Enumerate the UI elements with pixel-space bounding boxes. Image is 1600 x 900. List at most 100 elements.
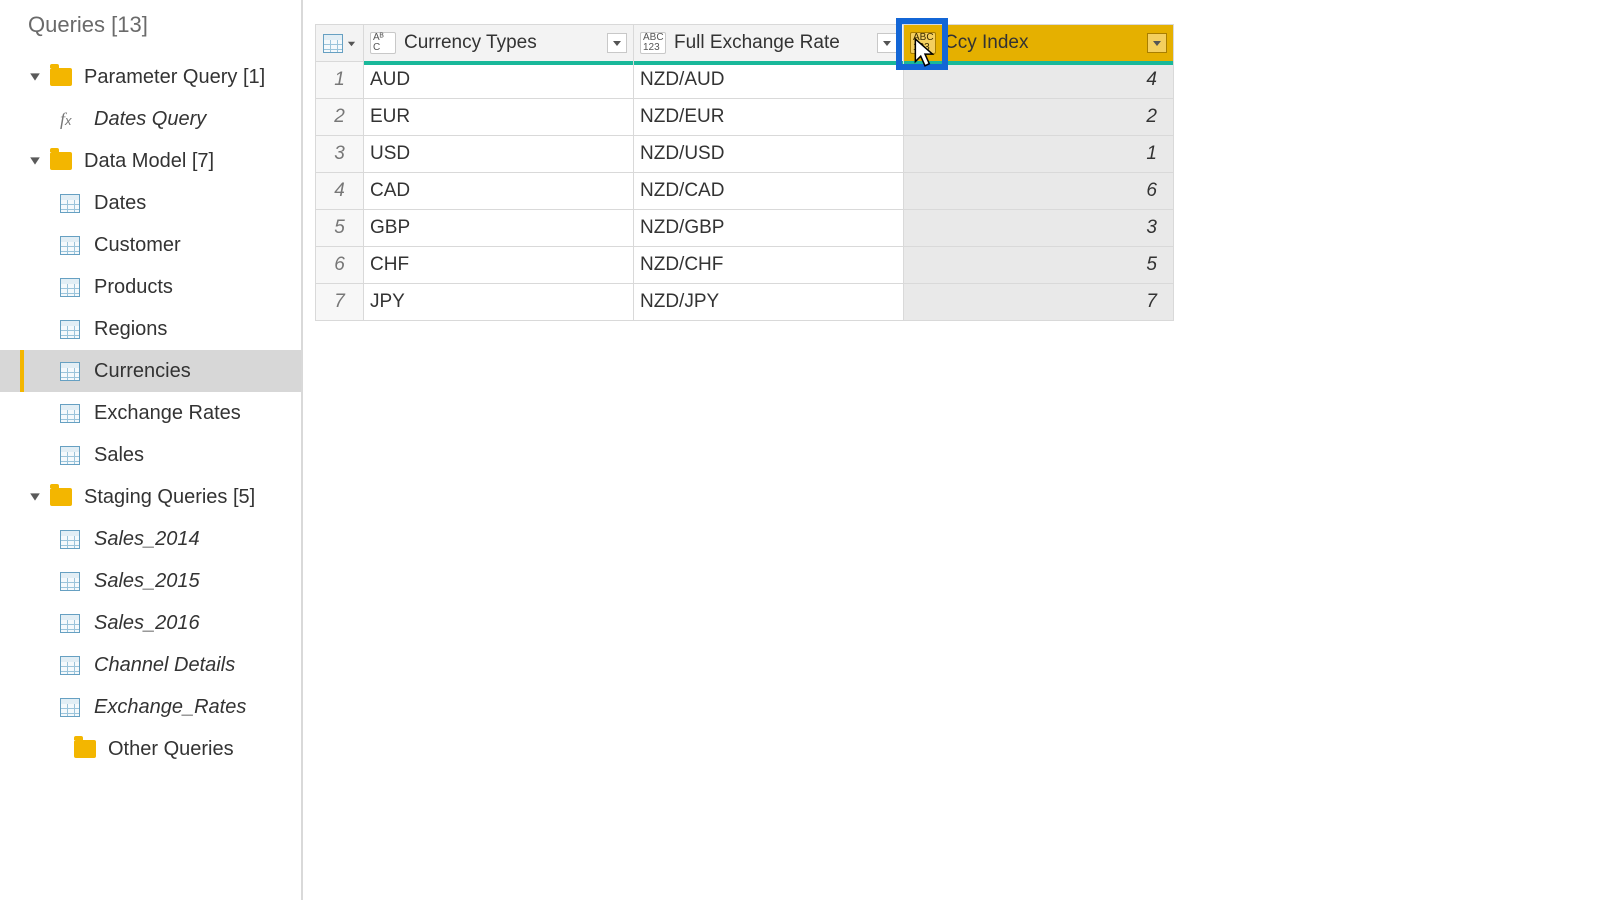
table-icon — [60, 446, 80, 465]
column-filter-button[interactable] — [877, 33, 897, 53]
query-item[interactable]: fx Dates Query — [0, 98, 301, 140]
query-item[interactable]: Sales_2015 — [0, 560, 301, 602]
query-item[interactable]: Sales — [0, 434, 301, 476]
cell[interactable]: CHF — [364, 247, 634, 284]
query-item[interactable]: Sales_2014 — [0, 518, 301, 560]
group-label: Other Queries — [108, 738, 234, 761]
query-label: Sales — [94, 444, 144, 467]
data-grid[interactable]: Aᴮ CCurrency Types ABC123 Full Exchange Ra… — [315, 24, 1174, 321]
cell[interactable]: 7 — [904, 284, 1174, 321]
row-number[interactable]: 1 — [316, 62, 364, 99]
column-header[interactable]: ABC123Ccy Index — [904, 25, 1174, 62]
table-icon — [60, 656, 80, 675]
expand-caret-icon[interactable] — [26, 68, 44, 86]
cell[interactable]: 4 — [904, 62, 1174, 99]
query-label: Sales_2016 — [94, 612, 200, 635]
cell[interactable]: 3 — [904, 210, 1174, 247]
query-item[interactable]: Regions — [0, 308, 301, 350]
query-group[interactable]: Staging Queries [5] — [0, 476, 301, 518]
row-number[interactable]: 6 — [316, 247, 364, 284]
table-row[interactable]: 2EURNZD/EUR2 — [316, 99, 1174, 136]
group-label: Parameter Query [1] — [84, 66, 265, 89]
cell[interactable]: 6 — [904, 173, 1174, 210]
select-all-corner[interactable] — [316, 25, 364, 62]
table-icon — [60, 194, 80, 213]
query-item[interactable]: Exchange_Rates — [0, 686, 301, 728]
cell[interactable]: NZD/CAD — [634, 173, 904, 210]
cell[interactable]: CAD — [364, 173, 634, 210]
expand-caret-icon[interactable] — [26, 488, 44, 506]
cell[interactable]: NZD/USD — [634, 136, 904, 173]
table-row[interactable]: 7JPYNZD/JPY7 — [316, 284, 1174, 321]
query-item[interactable]: Exchange Rates — [0, 392, 301, 434]
column-filter-button[interactable] — [607, 33, 627, 53]
data-preview-area: Aᴮ CCurrency Types ABC123 Full Exchange Ra… — [303, 0, 1600, 900]
cell[interactable]: NZD/GBP — [634, 210, 904, 247]
table-row[interactable]: 5GBPNZD/GBP3 — [316, 210, 1174, 247]
table-row[interactable]: 1AUDNZD/AUD4 — [316, 62, 1174, 99]
queries-pane-header: Queries [13] — [0, 4, 301, 56]
row-number[interactable]: 3 — [316, 136, 364, 173]
fx-icon: fx — [60, 109, 82, 130]
query-label: Exchange_Rates — [94, 696, 246, 719]
row-number[interactable]: 2 — [316, 99, 364, 136]
cell[interactable]: 1 — [904, 136, 1174, 173]
cell[interactable]: NZD/AUD — [634, 62, 904, 99]
data-type-icon[interactable]: ABC123 — [640, 32, 666, 54]
query-item[interactable]: Channel Details — [0, 644, 301, 686]
row-number[interactable]: 5 — [316, 210, 364, 247]
query-label: Products — [94, 276, 173, 299]
column-header[interactable]: Aᴮ CCurrency Types — [364, 25, 634, 62]
query-label: Channel Details — [94, 654, 235, 677]
queries-sidebar: Queries [13] Parameter Query [1]fx Dates … — [0, 0, 303, 900]
query-group[interactable]: Other Queries — [0, 728, 301, 770]
table-icon — [60, 362, 80, 381]
query-group[interactable]: Parameter Query [1] — [0, 56, 301, 98]
group-label: Data Model [7] — [84, 150, 214, 173]
query-item[interactable]: Sales_2016 — [0, 602, 301, 644]
folder-icon — [74, 740, 96, 758]
cell[interactable]: USD — [364, 136, 634, 173]
table-icon — [60, 236, 80, 255]
query-item[interactable]: Customer — [0, 224, 301, 266]
column-name: Full Exchange Rate — [674, 32, 840, 54]
query-label: Customer — [94, 234, 181, 257]
column-filter-button[interactable] — [1147, 33, 1167, 53]
group-label: Staging Queries [5] — [84, 486, 255, 509]
table-icon — [60, 698, 80, 717]
query-group[interactable]: Data Model [7] — [0, 140, 301, 182]
query-item[interactable]: Products — [0, 266, 301, 308]
data-type-icon[interactable]: ABC123 — [910, 32, 936, 54]
query-item[interactable]: Currencies — [0, 350, 301, 392]
cell[interactable]: EUR — [364, 99, 634, 136]
folder-icon — [50, 488, 72, 506]
cell[interactable]: 5 — [904, 247, 1174, 284]
cell[interactable]: GBP — [364, 210, 634, 247]
table-icon — [60, 404, 80, 423]
cell[interactable]: AUD — [364, 62, 634, 99]
expand-caret-icon[interactable] — [26, 152, 44, 170]
table-row[interactable]: 4CADNZD/CAD6 — [316, 173, 1174, 210]
table-row[interactable]: 6CHFNZD/CHF5 — [316, 247, 1174, 284]
table-icon — [60, 320, 80, 339]
table-icon — [323, 34, 343, 53]
cell[interactable]: JPY — [364, 284, 634, 321]
cell[interactable]: 2 — [904, 99, 1174, 136]
column-header[interactable]: ABC123 Full Exchange Rate — [634, 25, 904, 62]
table-icon — [60, 530, 80, 549]
data-type-icon[interactable]: Aᴮ C — [370, 32, 396, 54]
query-label: Regions — [94, 318, 167, 341]
row-number[interactable]: 7 — [316, 284, 364, 321]
table-icon — [60, 614, 80, 633]
cell[interactable]: NZD/CHF — [634, 247, 904, 284]
query-item[interactable]: Dates — [0, 182, 301, 224]
cell[interactable]: NZD/EUR — [634, 99, 904, 136]
query-label: Sales_2014 — [94, 528, 200, 551]
table-row[interactable]: 3USDNZD/USD1 — [316, 136, 1174, 173]
query-label: Sales_2015 — [94, 570, 200, 593]
queries-pane-title: Queries [13] — [28, 12, 148, 38]
cell[interactable]: NZD/JPY — [634, 284, 904, 321]
query-label: Dates Query — [94, 108, 206, 131]
folder-icon — [50, 68, 72, 86]
row-number[interactable]: 4 — [316, 173, 364, 210]
